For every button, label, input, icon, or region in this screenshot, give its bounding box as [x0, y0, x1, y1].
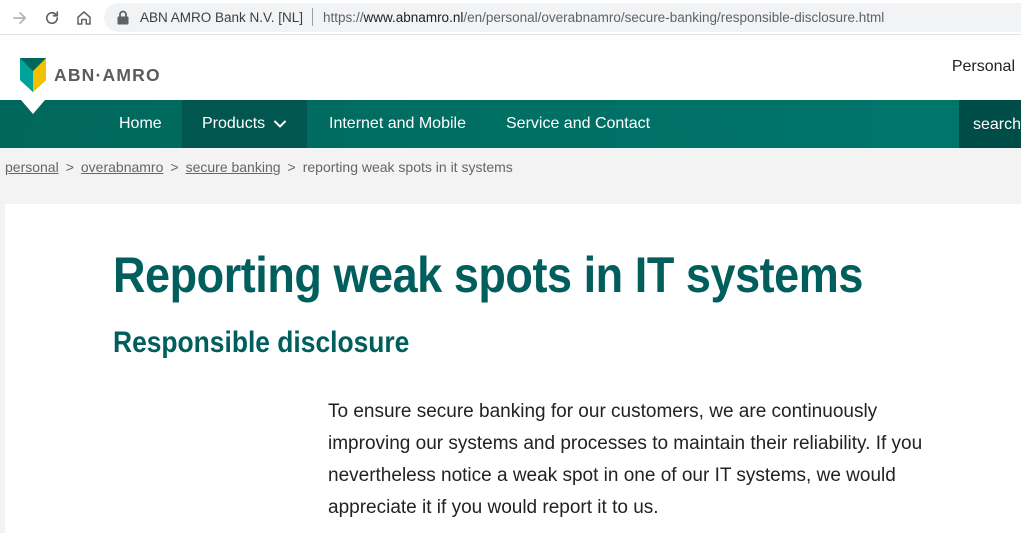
main-navigation: Home Products Internet and Mobile Servic…: [0, 100, 1021, 148]
shield-logo-icon: [20, 58, 46, 92]
abn-amro-logo[interactable]: ABN·AMRO: [20, 58, 161, 92]
intro-paragraph: To ensure secure banking for our custome…: [328, 401, 923, 518]
nav-item-service-and-contact[interactable]: Service and Contact: [486, 100, 670, 148]
breadcrumb-separator: >: [170, 159, 179, 175]
url-path: /en/personal/overabnamro/secure-banking/…: [463, 10, 885, 25]
url-divider: [312, 8, 313, 26]
nav-item-label: Service and Contact: [506, 115, 651, 132]
breadcrumb: personal > overabnamro > secure banking > repo…: [5, 159, 513, 175]
breadcrumb-link-overabnamro[interactable]: overabnamro: [81, 159, 164, 175]
page-subtitle: Responsible disclosure: [113, 326, 410, 359]
browser-toolbar: ABN AMRO Bank N.V. [NL] https://www.abna…: [0, 0, 1021, 35]
breadcrumb-separator: >: [65, 159, 74, 175]
personal-segment-link[interactable]: Personal: [952, 58, 1015, 76]
logo-notch: [21, 100, 45, 114]
breadcrumb-separator: >: [287, 159, 296, 175]
home-icon[interactable]: [72, 6, 96, 30]
site-header: ABN·AMRO Personal: [0, 36, 1021, 100]
breadcrumb-bar: personal > overabnamro > secure banking > repo…: [0, 148, 1021, 204]
url-text[interactable]: https://www.abnamro.nl/en/personal/overa…: [323, 10, 884, 25]
breadcrumb-current: reporting weak spots in it systems: [302, 159, 513, 175]
url-scheme: https://: [323, 10, 364, 25]
page-title: Reporting weak spots in IT systems: [113, 247, 863, 303]
chevron-down-icon: [274, 120, 287, 128]
search-button[interactable]: search: [959, 100, 1021, 148]
search-label: search: [973, 116, 1021, 133]
reload-icon[interactable]: [40, 6, 64, 30]
nav-item-label: Products: [202, 115, 266, 132]
nav-item-products[interactable]: Products: [182, 100, 308, 148]
main-content: Reporting weak spots in IT systems Respo…: [5, 204, 1021, 533]
forward-icon[interactable]: [8, 6, 32, 30]
nav-item-internet-and-mobile[interactable]: Internet and Mobile: [309, 100, 486, 148]
breadcrumb-link-personal[interactable]: personal: [5, 159, 59, 175]
lock-icon[interactable]: [116, 10, 130, 25]
nav-item-home[interactable]: Home: [99, 100, 182, 148]
site-identity[interactable]: ABN AMRO Bank N.V. [NL]: [140, 10, 303, 25]
url-host: www.abnamro.nl: [363, 10, 464, 25]
breadcrumb-link-secure-banking[interactable]: secure banking: [186, 159, 281, 175]
logo-text: ABN·AMRO: [54, 64, 161, 85]
nav-item-label: Home: [119, 115, 162, 132]
nav-item-label: Internet and Mobile: [329, 115, 466, 132]
address-bar[interactable]: ABN AMRO Bank N.V. [NL] https://www.abna…: [104, 3, 1021, 32]
